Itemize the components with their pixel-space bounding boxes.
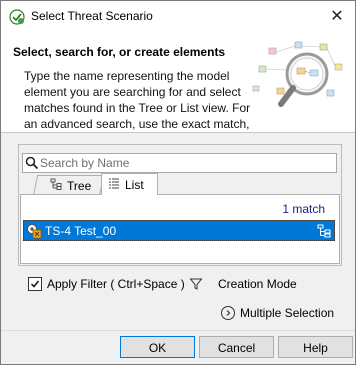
multiple-selection-toggle[interactable]: Multiple Selection [221, 306, 334, 320]
magnifier-illustration-icon [247, 32, 355, 132]
search-field[interactable] [22, 153, 337, 173]
header-separator [1, 132, 355, 133]
close-button[interactable]: ✕ [319, 1, 355, 32]
app-icon [9, 9, 25, 25]
results-list[interactable]: 1 match TS-4 Test_00 [20, 194, 340, 264]
cancel-button[interactable]: Cancel [199, 336, 274, 358]
search-icon [25, 156, 39, 170]
show-in-tree-icon[interactable] [317, 224, 331, 238]
title-bar: Select Threat Scenario ✕ [1, 1, 355, 32]
list-item[interactable]: TS-4 Test_00 [23, 220, 335, 241]
dialog-window: Select Threat Scenario ✕ Select, search … [0, 0, 356, 365]
filter-funnel-icon[interactable] [189, 277, 203, 291]
creation-mode-button[interactable]: Creation Mode [218, 277, 297, 291]
threat-scenario-icon [26, 223, 42, 239]
header-title: Select, search for, or create elements [13, 45, 226, 59]
help-button[interactable]: Help [278, 336, 353, 358]
apply-filter-label: Apply Filter ( Ctrl+Space ) [47, 277, 185, 291]
header-description: Type the name representing the model ele… [24, 69, 251, 131]
chevron-right-icon [221, 306, 235, 320]
tree-view-icon [50, 178, 62, 193]
apply-filter-toggle[interactable]: Apply Filter ( Ctrl+Space ) [28, 277, 185, 291]
tab-tree-label: Tree [67, 178, 92, 193]
match-count: 1 match [282, 202, 325, 216]
apply-filter-checkbox[interactable] [28, 277, 42, 291]
button-bar-separator [1, 330, 355, 331]
tab-list-label: List [125, 177, 144, 192]
ok-button[interactable]: OK [120, 336, 195, 358]
list-item-label: TS-4 Test_00 [45, 224, 117, 238]
tab-tree[interactable]: Tree [33, 175, 105, 195]
window-title: Select Threat Scenario [31, 9, 153, 23]
multiple-selection-label: Multiple Selection [240, 306, 335, 320]
tab-list[interactable]: List [101, 173, 158, 195]
dialog-header: Select, search for, or create elements T… [1, 32, 355, 132]
list-view-icon [108, 177, 120, 192]
search-input[interactable] [40, 155, 330, 171]
